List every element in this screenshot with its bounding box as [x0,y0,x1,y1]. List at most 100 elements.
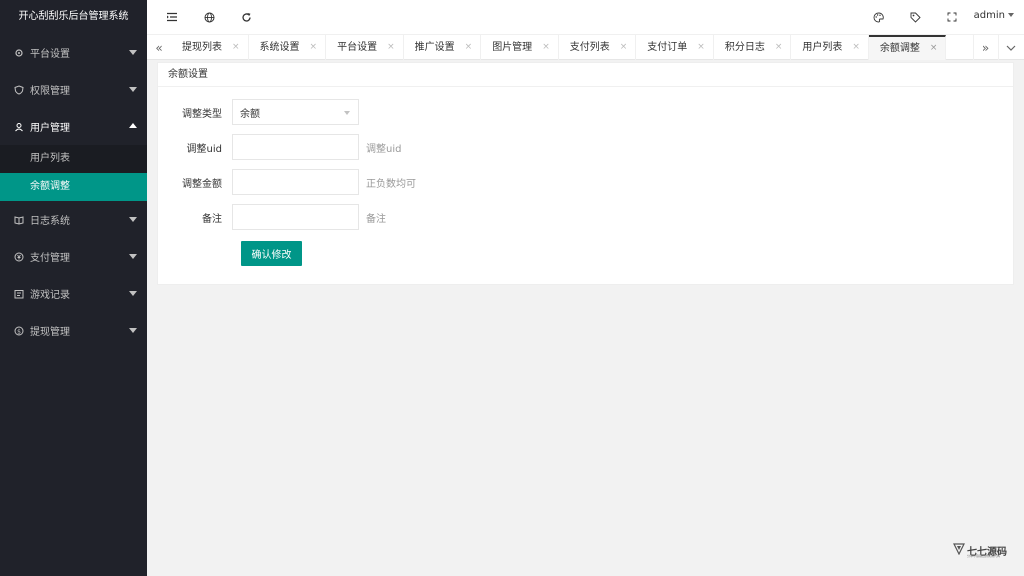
tabs-prev-icon[interactable]: « [147,35,171,60]
tab-label: 图片管理 [492,42,533,53]
app-title: 开心刮刮乐后台管理系统 [0,0,147,34]
sidebar-item-payment[interactable]: 支付管理 [0,238,147,275]
tab-label: 系统设置 [259,42,300,53]
tab-promo-settings[interactable]: 推广设置 × [404,35,482,60]
submit-button[interactable]: 确认修改 [241,241,302,266]
tab-label: 支付列表 [569,42,610,53]
tab-label: 支付订单 [647,42,688,53]
watermark: 七七源码 分享不容错过的实用代码 [953,541,1011,561]
note-hint: 备注 [366,213,386,225]
form-row-note: 备注 备注 [158,204,386,230]
book-icon [13,214,24,225]
adjust-type-select[interactable]: 余额 [232,99,359,125]
card-title: 余额设置 [158,63,1013,87]
user-menu[interactable]: admin [974,10,1014,21]
close-icon[interactable]: × [697,35,705,60]
tab-balance-adjust[interactable]: 余额调整 × [868,35,947,61]
tab-withdraw-list[interactable]: 提现列表 × [171,35,249,60]
sidebar: 开心刮刮乐后台管理系统 平台设置 权限管理 用户管理 用户列表 余额调整 日志系… [0,0,147,576]
gear-icon [13,47,24,58]
shield-icon [13,84,24,95]
sidebar-item-permissions[interactable]: 权限管理 [0,71,147,108]
amount-label: 调整金额 [182,178,222,190]
tab-label: 积分日志 [724,42,765,53]
sidebar-item-label: 权限管理 [30,86,70,97]
tab-label: 用户列表 [802,42,843,53]
tab-payment-list[interactable]: 支付列表 × [559,35,637,60]
close-icon[interactable]: × [852,35,860,60]
chevron-down-icon [129,217,137,222]
chevron-down-icon [129,50,137,55]
game-icon [13,288,24,299]
tab-label: 提现列表 [182,42,222,53]
uid-input[interactable] [232,134,359,160]
submenu-user-management: 用户列表 余额调整 [0,145,147,201]
svg-text:$: $ [17,328,21,335]
close-icon[interactable]: × [465,35,473,60]
form-row-uid: 调整uid 调整uid [158,134,401,160]
sidebar-item-log-system[interactable]: 日志系统 [0,201,147,238]
type-label: 调整类型 [182,108,222,120]
chevron-down-icon [129,291,137,296]
watermark-subtitle: 分享不容错过的实用代码 [967,554,1001,558]
sidebar-item-label: 日志系统 [30,216,70,227]
uid-hint: 调整uid [366,143,402,155]
tab-platform-settings[interactable]: 平台设置 × [326,35,404,60]
uid-label: 调整uid [186,143,222,155]
sidebar-item-balance-adjust[interactable]: 余额调整 [0,173,147,201]
sidebar-item-user-management[interactable]: 用户管理 [0,108,147,145]
sidebar-item-user-list[interactable]: 用户列表 [0,145,147,173]
caret-down-icon [1008,13,1014,17]
dollar-icon: $ [13,325,24,336]
fullscreen-icon[interactable] [943,8,961,26]
note-input[interactable] [232,204,359,230]
close-icon[interactable]: × [310,35,318,60]
refresh-icon[interactable] [237,8,255,26]
note-label: 备注 [202,213,222,225]
caret-down-icon [344,111,350,115]
sidebar-item-label: 游戏记录 [30,290,70,301]
chevron-up-icon [129,123,137,128]
chevron-down-icon [129,254,137,259]
close-icon[interactable]: × [930,36,938,61]
chevron-down-icon [129,328,137,333]
amount-input[interactable] [232,169,359,195]
theme-icon[interactable] [869,8,887,26]
tab-bar: « 提现列表 × 系统设置 × 平台设置 × 推广设置 × 图片管理 × 支付列表 × 支付… [147,34,1024,60]
form-row-amount: 调整金额 正负数均可 [158,169,416,195]
chevron-down-icon [129,87,137,92]
close-icon[interactable]: × [775,35,783,60]
tabs-next-icon[interactable]: » [973,35,997,60]
tab-system-settings[interactable]: 系统设置 × [249,35,327,60]
user-name: admin [973,10,1005,21]
tab-label: 余额调整 [879,43,920,54]
sidebar-item-label: 提现管理 [30,327,70,338]
tab-points-log[interactable]: 积分日志 × [714,35,792,60]
balance-form-card: 余额设置 调整类型 余额 调整uid 调整uid 调整金额 正负数均可 备注 备… [157,62,1014,285]
close-icon[interactable]: × [232,35,240,60]
globe-icon[interactable] [200,8,218,26]
form-row-type: 调整类型 余额 [158,99,359,125]
sidebar-item-game-records[interactable]: 游戏记录 [0,275,147,312]
menu-toggle-icon[interactable] [163,8,181,26]
tab-payment-orders[interactable]: 支付订单 × [636,35,714,60]
close-icon[interactable]: × [620,35,628,60]
money-icon [13,251,24,262]
select-value: 余额 [240,108,260,120]
sidebar-item-label: 用户管理 [30,123,70,134]
tab-list: 提现列表 × 系统设置 × 平台设置 × 推广设置 × 图片管理 × 支付列表 × 支付订单… [171,35,947,61]
amount-hint: 正负数均可 [366,178,416,190]
close-icon[interactable]: × [387,35,395,60]
tab-label: 平台设置 [337,42,378,53]
tabs-menu-icon[interactable] [998,35,1022,60]
sidebar-item-withdraw[interactable]: $ 提现管理 [0,312,147,349]
sidebar-item-label: 平台设置 [30,49,70,60]
tab-image-management[interactable]: 图片管理 × [481,35,559,60]
sidebar-item-platform-settings[interactable]: 平台设置 [0,34,147,71]
top-header: admin [147,0,1024,34]
tag-icon[interactable] [906,8,924,26]
tab-user-list[interactable]: 用户列表 × [791,35,869,60]
tab-label: 推广设置 [414,42,455,53]
watermark-logo-icon [953,543,965,555]
close-icon[interactable]: × [542,35,550,60]
